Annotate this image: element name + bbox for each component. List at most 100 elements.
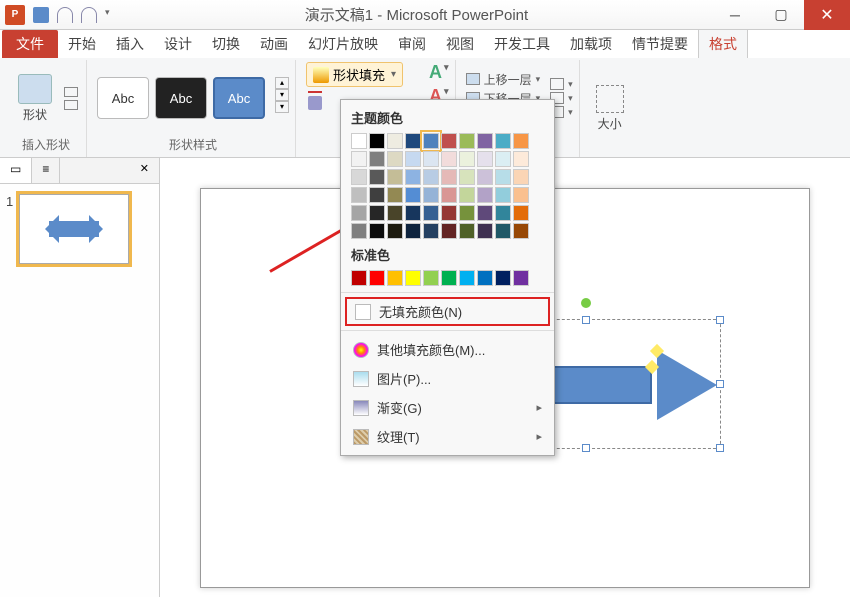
color-swatch[interactable]	[351, 169, 367, 185]
color-swatch[interactable]	[387, 223, 403, 239]
color-swatch[interactable]	[459, 223, 475, 239]
color-swatch[interactable]	[369, 133, 385, 149]
tab-animations[interactable]: 动画	[250, 30, 298, 58]
color-swatch[interactable]	[387, 205, 403, 221]
tab-storyboard[interactable]: 情节提要	[622, 30, 698, 58]
shape-effects-button[interactable]	[306, 95, 324, 111]
color-swatch[interactable]	[405, 133, 421, 149]
qat-dropdown-icon[interactable]: ▾	[105, 7, 121, 23]
color-swatch[interactable]	[423, 151, 439, 167]
tab-file[interactable]: 文件	[2, 30, 58, 58]
picture-fill-item[interactable]: 图片(P)...	[341, 364, 554, 393]
minimize-button[interactable]: ─	[712, 0, 758, 30]
color-swatch[interactable]	[477, 169, 493, 185]
color-swatch[interactable]	[495, 205, 511, 221]
color-swatch[interactable]	[423, 169, 439, 185]
color-swatch[interactable]	[495, 133, 511, 149]
color-swatch[interactable]	[495, 223, 511, 239]
color-swatch[interactable]	[423, 223, 439, 239]
bring-forward-button[interactable]: 上移一层▾	[466, 71, 541, 88]
color-swatch[interactable]	[405, 270, 421, 286]
color-swatch[interactable]	[405, 169, 421, 185]
color-swatch[interactable]	[369, 223, 385, 239]
color-swatch[interactable]	[477, 205, 493, 221]
tab-transitions[interactable]: 切换	[202, 30, 250, 58]
color-swatch[interactable]	[441, 223, 457, 239]
color-swatch[interactable]	[513, 169, 529, 185]
color-swatch[interactable]	[495, 187, 511, 203]
no-fill-item[interactable]: 无填充颜色(N)	[345, 297, 550, 326]
color-swatch[interactable]	[459, 270, 475, 286]
gallery-more-icon[interactable]: ▾	[275, 101, 289, 113]
color-swatch[interactable]	[495, 151, 511, 167]
color-swatch[interactable]	[477, 151, 493, 167]
resize-handle-mr[interactable]	[716, 380, 724, 388]
color-swatch[interactable]	[495, 169, 511, 185]
gallery-down-icon[interactable]: ▾	[275, 89, 289, 101]
color-swatch[interactable]	[513, 187, 529, 203]
shape-fill-button[interactable]: 形状填充	[306, 62, 403, 87]
color-swatch[interactable]	[387, 169, 403, 185]
color-swatch[interactable]	[477, 187, 493, 203]
color-swatch[interactable]	[351, 133, 367, 149]
color-swatch[interactable]	[369, 205, 385, 221]
shape-outline-button[interactable]	[306, 90, 324, 94]
edit-shape-button[interactable]	[62, 86, 80, 98]
color-swatch[interactable]	[459, 151, 475, 167]
color-swatch[interactable]	[369, 169, 385, 185]
style-swatch-2[interactable]: Abc	[155, 77, 207, 119]
align-button[interactable]: ▾	[550, 78, 573, 90]
resize-handle-bm[interactable]	[582, 444, 590, 452]
color-swatch[interactable]	[387, 187, 403, 203]
color-swatch[interactable]	[369, 270, 385, 286]
shapes-button[interactable]: 形状	[12, 72, 58, 125]
tab-format[interactable]: 格式	[698, 29, 748, 58]
color-swatch[interactable]	[351, 270, 367, 286]
size-button[interactable]: 大小	[590, 83, 630, 134]
color-swatch[interactable]	[351, 223, 367, 239]
style-swatch-3[interactable]: Abc	[213, 77, 265, 119]
color-swatch[interactable]	[423, 270, 439, 286]
rotate-handle[interactable]	[581, 298, 591, 308]
tab-home[interactable]: 开始	[58, 30, 106, 58]
thumb-tab-outline[interactable]: ≡	[32, 158, 60, 183]
tab-review[interactable]: 审阅	[388, 30, 436, 58]
redo-icon[interactable]	[81, 7, 97, 23]
color-swatch[interactable]	[459, 187, 475, 203]
color-swatch[interactable]	[513, 133, 529, 149]
tab-insert[interactable]: 插入	[106, 30, 154, 58]
color-swatch[interactable]	[423, 133, 439, 149]
close-button[interactable]: ✕	[804, 0, 850, 30]
color-swatch[interactable]	[459, 205, 475, 221]
color-swatch[interactable]	[423, 205, 439, 221]
text-fill-button[interactable]: A▾	[429, 62, 449, 83]
tab-addins[interactable]: 加载项	[560, 30, 622, 58]
color-swatch[interactable]	[441, 169, 457, 185]
color-swatch[interactable]	[459, 133, 475, 149]
resize-handle-br[interactable]	[716, 444, 724, 452]
color-swatch[interactable]	[513, 151, 529, 167]
color-swatch[interactable]	[477, 133, 493, 149]
color-swatch[interactable]	[405, 205, 421, 221]
color-swatch[interactable]	[441, 151, 457, 167]
thumb-tab-slides[interactable]: ▭	[0, 158, 32, 183]
gallery-up-icon[interactable]: ▴	[275, 77, 289, 89]
color-swatch[interactable]	[423, 187, 439, 203]
resize-handle-tm[interactable]	[582, 316, 590, 324]
color-swatch[interactable]	[351, 205, 367, 221]
tab-design[interactable]: 设计	[154, 30, 202, 58]
color-swatch[interactable]	[477, 223, 493, 239]
slide-thumbnail-1[interactable]: 1	[0, 184, 159, 274]
color-swatch[interactable]	[441, 270, 457, 286]
maximize-button[interactable]: ▢	[758, 0, 804, 30]
color-swatch[interactable]	[387, 151, 403, 167]
gradient-fill-item[interactable]: 渐变(G)	[341, 393, 554, 422]
color-swatch[interactable]	[369, 187, 385, 203]
color-swatch[interactable]	[441, 133, 457, 149]
color-swatch[interactable]	[441, 205, 457, 221]
color-swatch[interactable]	[387, 270, 403, 286]
color-swatch[interactable]	[351, 187, 367, 203]
thumb-close-button[interactable]: ✕	[130, 158, 159, 183]
save-icon[interactable]	[33, 7, 49, 23]
tab-view[interactable]: 视图	[436, 30, 484, 58]
